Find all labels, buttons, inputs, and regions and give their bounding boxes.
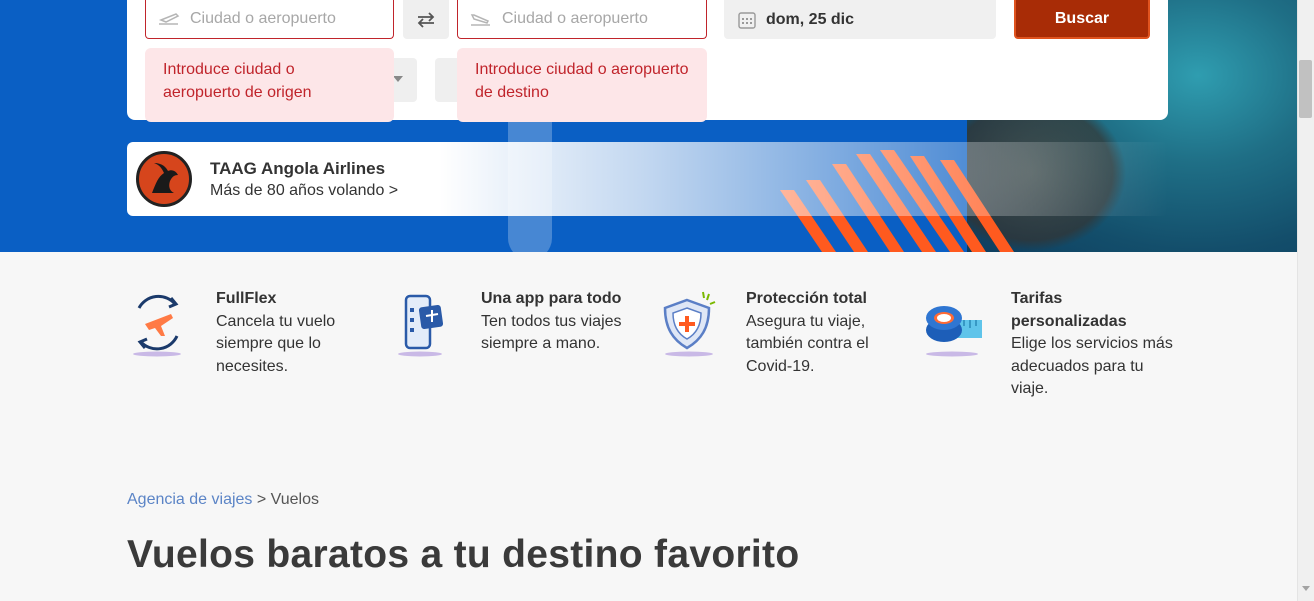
taag-antelope-logo [136, 151, 192, 207]
date-field[interactable]: dom, 25 dic [724, 0, 996, 39]
breadcrumb-link[interactable]: Agencia de viajes [127, 491, 252, 508]
destination-field[interactable]: Ciudad o aeropuerto [457, 0, 707, 39]
scrollbar-thumb[interactable] [1299, 60, 1312, 118]
date-value: dom, 25 dic [766, 10, 855, 28]
airline-promo-banner[interactable]: TAAG Angola Airlines Más de 80 años vola… [127, 142, 1168, 216]
mobile-app-icon [398, 294, 444, 357]
scroll-down-arrow-icon[interactable] [1302, 586, 1310, 591]
search-button[interactable]: Buscar [1014, 0, 1150, 39]
flexible-flight-icon [133, 294, 181, 357]
origin-placeholder: Ciudad o aeropuerto [190, 10, 336, 27]
shield-protection-icon [663, 291, 716, 357]
destination-error-tooltip: Introduce ciudad o aeropuerto de destino [457, 48, 707, 122]
swap-arrows-icon [417, 11, 435, 28]
feature-text: Ten todos tus viajes siempre a mano. [481, 312, 622, 353]
origin-error-tooltip: Introduce ciudad o aeropuerto de origen [145, 48, 394, 122]
measuring-tape-icon [926, 306, 982, 357]
swap-button[interactable] [403, 0, 449, 39]
breadcrumb-separator: > [256, 491, 267, 508]
feature-text: Asegura tu viaje, también contra el Covi… [746, 312, 869, 375]
feature-title: Tarifas personalizadas [1011, 290, 1127, 330]
feature-title: FullFlex [216, 290, 277, 307]
promo-title: TAAG Angola Airlines [210, 159, 386, 178]
destination-placeholder: Ciudad o aeropuerto [502, 10, 648, 27]
feature-text: Cancela tu vuelo siempre que lo necesite… [216, 312, 336, 375]
breadcrumb-current: Vuelos [270, 491, 319, 508]
promo-subtitle[interactable]: Más de 80 años volando > [210, 182, 398, 200]
calendar-icon [738, 11, 756, 29]
feature-title: Una app para todo [481, 290, 622, 307]
page-title: Vuelos baratos a tu destino favorito [127, 533, 800, 576]
chevron-down-icon [393, 76, 403, 82]
origin-field[interactable]: Ciudad o aeropuerto [145, 0, 394, 39]
plane-takeoff-icon [158, 13, 180, 25]
feature-title: Protección total [746, 290, 867, 307]
breadcrumb: Agencia de viajes > Vuelos [127, 491, 319, 509]
feature-text: Elige los servicios más adecuados para t… [1011, 335, 1173, 397]
plane-landing-icon [470, 14, 490, 26]
